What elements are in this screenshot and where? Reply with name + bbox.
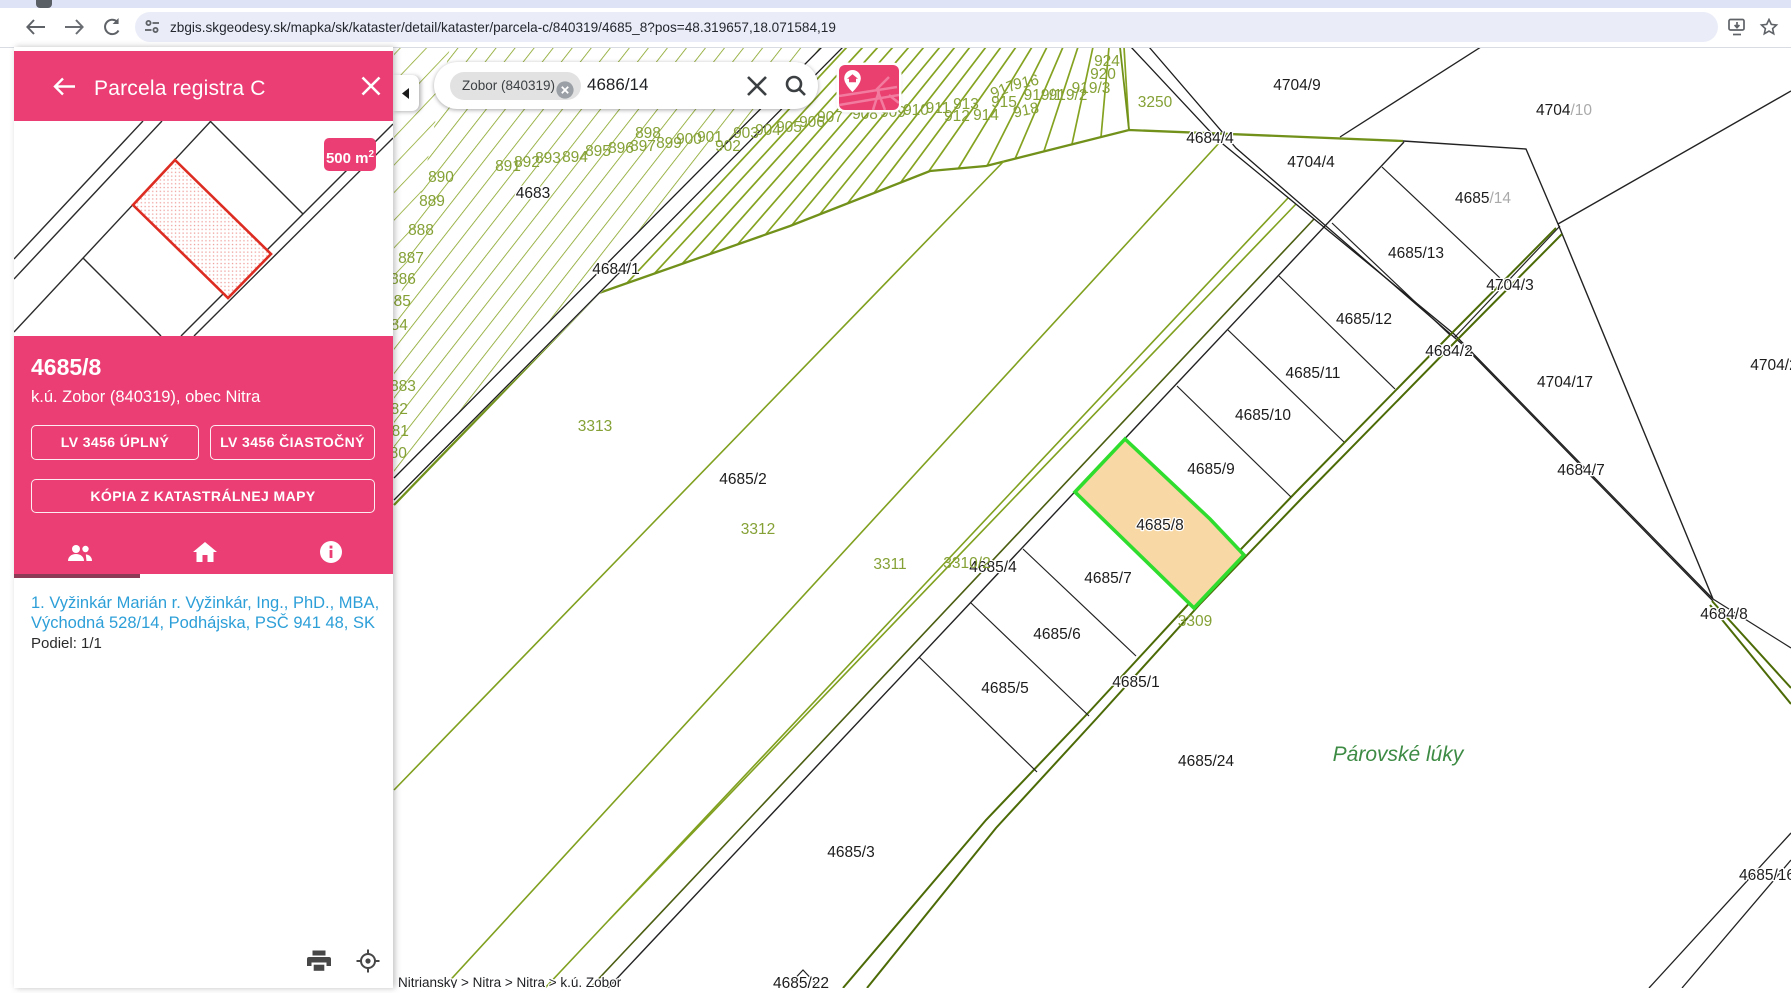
svg-text:4683: 4683 <box>516 185 550 202</box>
svg-text:907: 907 <box>817 109 843 126</box>
svg-text:4685/13: 4685/13 <box>1388 245 1444 262</box>
svg-text:4685/16: 4685/16 <box>1739 867 1791 884</box>
svg-text:4685/22: 4685/22 <box>773 975 829 988</box>
svg-text:4685/12: 4685/12 <box>1336 311 1392 328</box>
svg-text:886: 886 <box>390 271 416 288</box>
svg-text:3250: 3250 <box>1138 94 1173 111</box>
svg-text:4685/2: 4685/2 <box>719 471 766 488</box>
svg-text:893: 893 <box>535 150 561 167</box>
svg-text:4704/10: 4704/10 <box>1536 102 1592 119</box>
svg-text:924: 924 <box>1094 53 1120 70</box>
svg-text:4685/8: 4685/8 <box>1136 517 1183 534</box>
svg-text:3313: 3313 <box>578 418 612 435</box>
svg-text:3310/2: 3310/2 <box>943 555 990 572</box>
svg-text:3312: 3312 <box>741 521 775 538</box>
svg-text:4685/6: 4685/6 <box>1033 626 1080 643</box>
svg-text:4685/11: 4685/11 <box>1286 365 1341 382</box>
svg-text:4684/7: 4684/7 <box>1557 462 1604 479</box>
svg-text:4685/14: 4685/14 <box>1455 190 1511 207</box>
svg-text:4685/3: 4685/3 <box>827 844 874 861</box>
svg-text:4685/5: 4685/5 <box>981 680 1028 697</box>
svg-text:4704/17: 4704/17 <box>1537 374 1593 391</box>
svg-text:4684/1: 4684/1 <box>592 261 639 278</box>
svg-text:4704/9: 4704/9 <box>1273 77 1320 94</box>
svg-text:889: 889 <box>419 193 445 210</box>
svg-text:888: 888 <box>408 222 434 239</box>
svg-text:4685/9: 4685/9 <box>1187 461 1234 478</box>
svg-text:4684/2: 4684/2 <box>1425 343 1472 360</box>
svg-text:4704/4: 4704/4 <box>1287 154 1335 171</box>
svg-text:4704/2: 4704/2 <box>1750 357 1791 374</box>
svg-text:Nitriansky > Nitra > Nitra > k: Nitriansky > Nitra > Nitra > k.ú. Zobor <box>398 975 622 988</box>
svg-text:4685/24: 4685/24 <box>1178 753 1234 770</box>
svg-text:895: 895 <box>585 143 611 160</box>
svg-text:4685/1: 4685/1 <box>1112 674 1159 691</box>
svg-text:Párovské lúky: Párovské lúky <box>1333 743 1465 766</box>
svg-text:883: 883 <box>390 378 416 395</box>
svg-text:4704/3: 4704/3 <box>1486 277 1533 294</box>
svg-text:887: 887 <box>398 250 424 267</box>
svg-text:4685/10: 4685/10 <box>1235 407 1291 424</box>
svg-text:905: 905 <box>776 119 802 136</box>
svg-text:3309: 3309 <box>1178 613 1212 630</box>
svg-text:3311: 3311 <box>873 556 906 573</box>
svg-text:4684/4: 4684/4 <box>1186 130 1234 147</box>
svg-text:890: 890 <box>428 169 454 186</box>
svg-text:4684/8: 4684/8 <box>1700 606 1747 623</box>
svg-text:4685/7: 4685/7 <box>1084 570 1131 587</box>
